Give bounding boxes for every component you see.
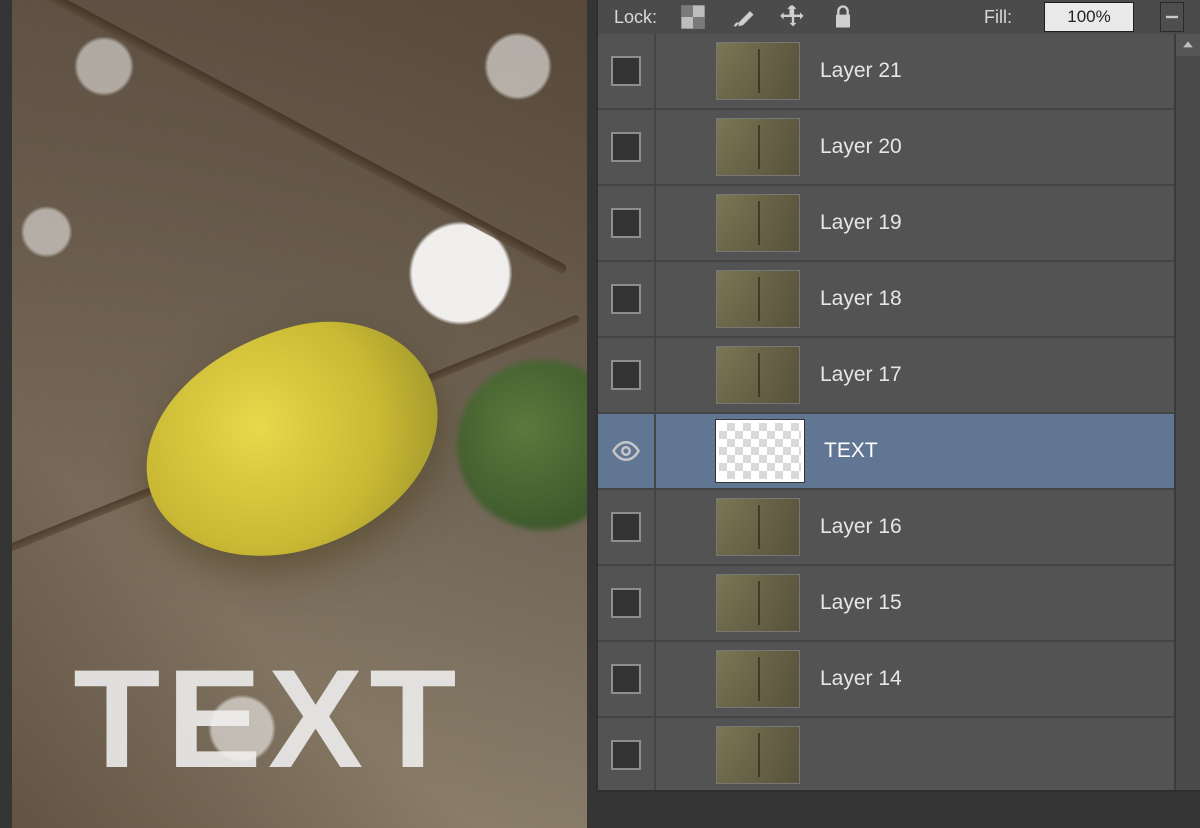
layer-name[interactable]: Layer 16	[820, 515, 902, 539]
visibility-checkbox[interactable]	[611, 284, 641, 314]
app-root: TEXT Lock: Fill: 100%	[0, 0, 1200, 828]
layer-name[interactable]: Layer 20	[820, 135, 902, 159]
layer-name[interactable]: Layer 21	[820, 59, 902, 83]
canvas-decor	[120, 297, 464, 583]
layer-name[interactable]: Layer 18	[820, 287, 902, 311]
fill-dropdown-button[interactable]	[1160, 2, 1184, 32]
layer-thumbnail[interactable]	[716, 650, 800, 708]
layer-thumbnail[interactable]	[716, 726, 800, 784]
canvas-text-layer[interactable]: TEXT	[73, 638, 462, 800]
layer-row[interactable]: Layer 19	[598, 186, 1176, 262]
canvas-decor	[16, 0, 568, 275]
visibility-checkbox[interactable]	[611, 132, 641, 162]
layer-row[interactable]: Layer 14	[598, 642, 1176, 718]
fill-value-field[interactable]: 100%	[1044, 2, 1134, 32]
layer-thumbnail[interactable]	[716, 498, 800, 556]
eye-icon	[611, 436, 641, 466]
layer-row[interactable]	[598, 718, 1176, 790]
scrollbar[interactable]	[1174, 34, 1200, 790]
visibility-checkbox[interactable]	[611, 588, 641, 618]
visibility-checkbox[interactable]	[611, 360, 641, 390]
fill-value: 100%	[1067, 7, 1110, 27]
visibility-toggle[interactable]	[598, 414, 656, 488]
visibility-checkbox[interactable]	[611, 664, 641, 694]
move-icon[interactable]	[779, 3, 807, 31]
visibility-toggle[interactable]	[598, 186, 656, 260]
visibility-toggle[interactable]	[598, 110, 656, 184]
canvas-decor	[457, 360, 587, 530]
layer-row[interactable]: Layer 18	[598, 262, 1176, 338]
visibility-checkbox[interactable]	[611, 56, 641, 86]
layer-list: Layer 21 Layer 20 Layer 19 Layer 18 Layer 17…	[598, 34, 1176, 790]
layer-row[interactable]: Layer 21	[598, 34, 1176, 110]
visibility-toggle[interactable]	[598, 338, 656, 412]
scroll-up-icon[interactable]	[1176, 34, 1200, 56]
visibility-toggle[interactable]	[598, 262, 656, 336]
layer-thumbnail-text[interactable]	[716, 420, 804, 482]
layer-name[interactable]: Layer 14	[820, 667, 902, 691]
document-canvas[interactable]: TEXT	[12, 0, 587, 828]
layer-row[interactable]: Layer 15	[598, 566, 1176, 642]
layer-row[interactable]: Layer 20	[598, 110, 1176, 186]
visibility-toggle[interactable]	[598, 642, 656, 716]
layer-name[interactable]: TEXT	[824, 439, 878, 463]
visibility-toggle[interactable]	[598, 566, 656, 640]
layer-thumbnail[interactable]	[716, 270, 800, 328]
layer-row[interactable]: Layer 16	[598, 490, 1176, 566]
layer-name[interactable]: Layer 15	[820, 591, 902, 615]
visibility-checkbox[interactable]	[611, 512, 641, 542]
layer-thumbnail[interactable]	[716, 194, 800, 252]
brush-icon[interactable]	[729, 3, 757, 31]
lock-label: Lock:	[614, 7, 657, 28]
layer-thumbnail[interactable]	[716, 118, 800, 176]
visibility-toggle[interactable]	[598, 34, 656, 108]
layer-name[interactable]: Layer 17	[820, 363, 902, 387]
padlock-icon[interactable]	[829, 3, 857, 31]
checker-lock-icon[interactable]	[679, 3, 707, 31]
layer-row[interactable]: Layer 17	[598, 338, 1176, 414]
fill-label: Fill:	[984, 7, 1012, 28]
layer-name[interactable]: Layer 19	[820, 211, 902, 235]
visibility-toggle[interactable]	[598, 718, 656, 790]
lock-toolbar: Lock: Fill: 100%	[598, 0, 1200, 36]
layers-panel: Lock: Fill: 100% Layer 21Layer 20Laye	[596, 0, 1200, 792]
layer-thumbnail[interactable]	[716, 42, 800, 100]
layer-thumbnail[interactable]	[716, 574, 800, 632]
visibility-checkbox[interactable]	[611, 208, 641, 238]
layer-row[interactable]: TEXT	[598, 414, 1176, 490]
visibility-toggle[interactable]	[598, 490, 656, 564]
visibility-checkbox[interactable]	[611, 740, 641, 770]
layer-thumbnail[interactable]	[716, 346, 800, 404]
